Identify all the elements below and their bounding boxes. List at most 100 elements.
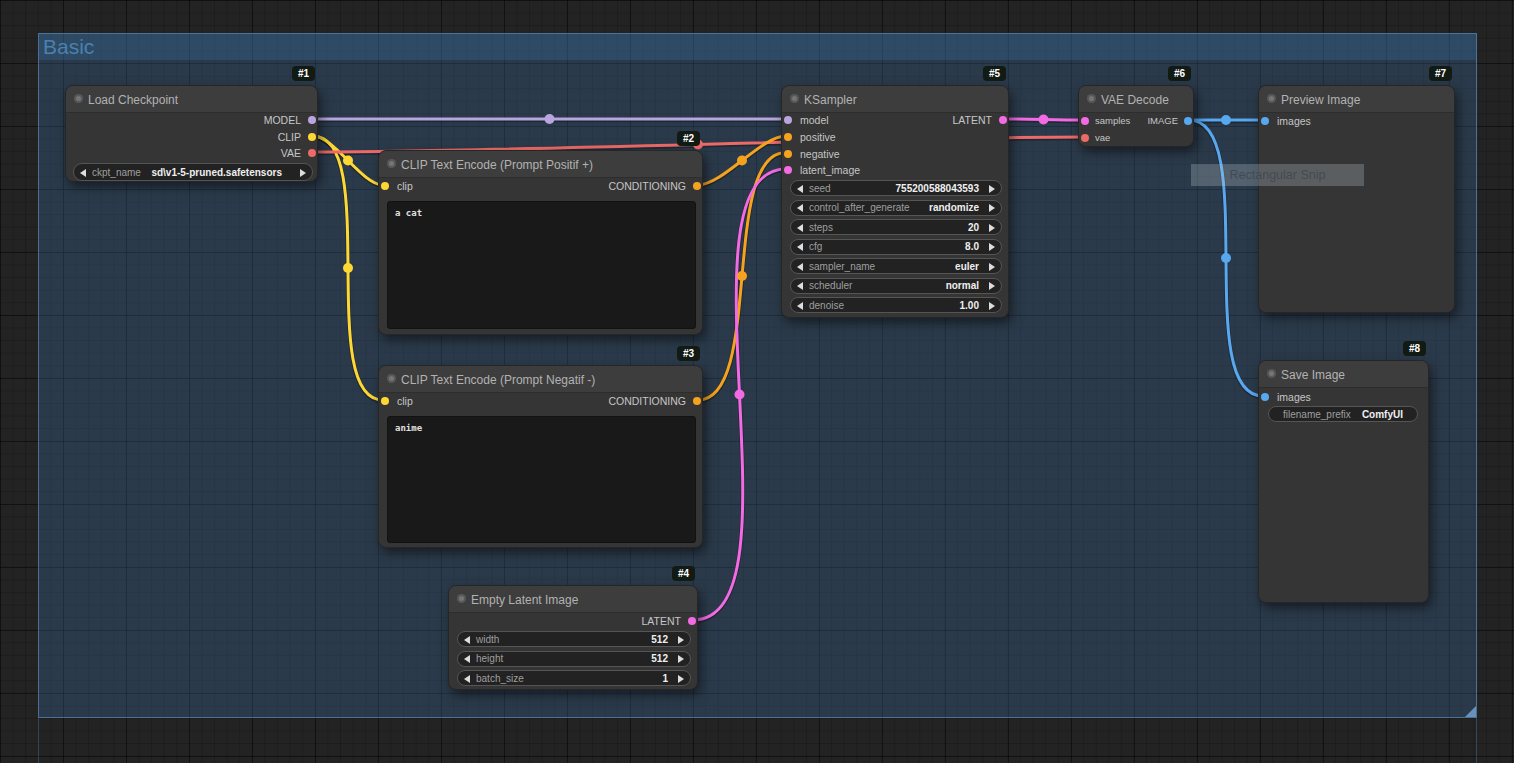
- increment-arrow-icon[interactable]: [989, 243, 995, 251]
- output-slot-latent[interactable]: LATENT: [953, 112, 1008, 128]
- slot-dot-model[interactable]: [784, 116, 792, 124]
- input-slot-positive[interactable]: positive: [782, 129, 836, 145]
- increment-arrow-icon[interactable]: [989, 224, 995, 232]
- node-title: Preview Image: [1281, 93, 1360, 107]
- decrement-arrow-icon[interactable]: [797, 302, 803, 310]
- widget-steps[interactable]: steps20: [790, 219, 1002, 235]
- increment-arrow-icon[interactable]: [989, 282, 995, 290]
- node-status-dot: [1267, 94, 1276, 103]
- node-graph-canvas[interactable]: Basic: [0, 0, 1514, 763]
- node-preview-image[interactable]: #7 Preview Image images: [1258, 85, 1455, 313]
- output-slot-clip[interactable]: CLIP: [278, 129, 317, 145]
- node-title-bar[interactable]: KSampler: [782, 86, 1008, 113]
- increment-arrow-icon[interactable]: [989, 185, 995, 193]
- increment-arrow-icon[interactable]: [678, 636, 684, 644]
- increment-arrow-icon[interactable]: [989, 204, 995, 212]
- node-load-checkpoint[interactable]: #1 Load Checkpoint MODEL CLIP VAE ckpt_n…: [65, 85, 318, 182]
- increment-arrow-icon[interactable]: [678, 655, 684, 663]
- input-slot-images[interactable]: images: [1259, 113, 1311, 129]
- widget-ckpt-name[interactable]: ckpt_name sd\v1-5-pruned.safetensors: [73, 163, 313, 181]
- wire-dot: [1039, 115, 1049, 125]
- node-title-bar[interactable]: CLIP Text Encode (Prompt Negatif -): [379, 366, 702, 393]
- decrement-arrow-icon[interactable]: [797, 263, 803, 271]
- decrement-arrow-icon[interactable]: [797, 185, 803, 193]
- node-title: Load Checkpoint: [88, 93, 178, 107]
- node-empty-latent-image[interactable]: #4 Empty Latent Image LATENT width512 he…: [448, 585, 698, 690]
- node-clip-text-encode-negative[interactable]: #3 CLIP Text Encode (Prompt Negatif -) c…: [378, 365, 703, 548]
- output-slot-conditioning[interactable]: CONDITIONING: [608, 178, 702, 194]
- slot-dot-clip[interactable]: [381, 397, 389, 405]
- output-slot-image[interactable]: IMAGE: [1147, 113, 1193, 129]
- slot-dot-image[interactable]: [1261, 393, 1269, 401]
- wire-dot: [1221, 253, 1231, 263]
- decrement-arrow-icon[interactable]: [797, 224, 803, 232]
- slot-dot-conditioning[interactable]: [784, 150, 792, 158]
- prompt-textarea[interactable]: a cat: [387, 201, 696, 329]
- decrement-arrow-icon[interactable]: [464, 636, 470, 644]
- widget-width[interactable]: width512: [457, 631, 691, 647]
- input-slot-images[interactable]: images: [1259, 389, 1311, 405]
- increment-arrow-icon[interactable]: [989, 302, 995, 310]
- widget-sampler-name[interactable]: sampler_nameeuler: [790, 258, 1002, 274]
- input-slot-latent-image[interactable]: latent_image: [782, 162, 860, 178]
- slot-dot-clip[interactable]: [308, 133, 316, 141]
- widget-denoise[interactable]: denoise1.00: [790, 297, 1002, 313]
- increment-arrow-icon[interactable]: [300, 169, 306, 177]
- input-slot-negative[interactable]: negative: [782, 146, 840, 162]
- output-slot-conditioning[interactable]: CONDITIONING: [608, 393, 702, 409]
- widget-height[interactable]: height512: [457, 651, 691, 667]
- slot-dot-conditioning[interactable]: [693, 182, 701, 190]
- node-status-dot: [790, 94, 799, 103]
- decrement-arrow-icon[interactable]: [797, 243, 803, 251]
- decrement-arrow-icon[interactable]: [797, 204, 803, 212]
- node-vae-decode[interactable]: #6 VAE Decode samples vae IMAGE: [1078, 85, 1194, 147]
- slot-dot-model[interactable]: [308, 116, 316, 124]
- output-slot-model[interactable]: MODEL: [264, 112, 317, 128]
- input-slot-clip[interactable]: clip: [379, 178, 413, 194]
- slot-dot-conditioning[interactable]: [693, 397, 701, 405]
- slot-dot-latent[interactable]: [688, 617, 696, 625]
- decrement-arrow-icon[interactable]: [80, 169, 86, 177]
- decrement-arrow-icon[interactable]: [797, 282, 803, 290]
- prompt-textarea[interactable]: anime: [387, 416, 696, 543]
- node-title-bar[interactable]: CLIP Text Encode (Prompt Positif +): [379, 151, 702, 178]
- widget-seed[interactable]: seed755200588043593: [790, 180, 1002, 196]
- node-title-bar[interactable]: Save Image: [1259, 361, 1428, 388]
- slot-dot-vae[interactable]: [1081, 134, 1089, 142]
- node-title-bar[interactable]: Load Checkpoint: [66, 86, 317, 113]
- slot-dot-image[interactable]: [1184, 117, 1192, 125]
- increment-arrow-icon[interactable]: [989, 263, 995, 271]
- node-title-bar[interactable]: Empty Latent Image: [449, 586, 697, 613]
- decrement-arrow-icon[interactable]: [464, 675, 470, 683]
- node-title: VAE Decode: [1101, 93, 1169, 107]
- widget-control-after-generate[interactable]: control_after_generaterandomize: [790, 200, 1002, 216]
- input-slot-samples[interactable]: samples: [1079, 113, 1130, 129]
- slot-dot-latent[interactable]: [1081, 117, 1089, 125]
- wire-dot: [737, 156, 747, 166]
- node-clip-text-encode-positive[interactable]: #2 CLIP Text Encode (Prompt Positif +) c…: [378, 150, 703, 335]
- decrement-arrow-icon[interactable]: [464, 655, 470, 663]
- widget-batch-size[interactable]: batch_size1: [457, 670, 691, 686]
- input-slot-clip[interactable]: clip: [379, 393, 413, 409]
- node-title-bar[interactable]: VAE Decode: [1079, 86, 1193, 113]
- node-title-bar[interactable]: Preview Image: [1259, 86, 1454, 113]
- widget-cfg[interactable]: cfg8.0: [790, 239, 1002, 255]
- output-slot-latent[interactable]: LATENT: [642, 613, 697, 629]
- node-ksampler[interactable]: #5 KSampler model positive negative late…: [781, 85, 1009, 318]
- input-slot-vae[interactable]: vae: [1079, 130, 1110, 146]
- input-slot-model[interactable]: model: [782, 112, 829, 128]
- slot-dot-vae[interactable]: [308, 149, 316, 157]
- slot-dot-conditioning[interactable]: [784, 133, 792, 141]
- node-id-badge: #8: [1403, 341, 1426, 356]
- increment-arrow-icon[interactable]: [678, 675, 684, 683]
- node-save-image[interactable]: #8 Save Image images filename_prefixComf…: [1258, 360, 1429, 603]
- slot-dot-image[interactable]: [1261, 117, 1269, 125]
- slot-dot-latent[interactable]: [784, 166, 792, 174]
- slot-dot-latent[interactable]: [999, 116, 1007, 124]
- slot-dot-clip[interactable]: [381, 182, 389, 190]
- output-slot-vae[interactable]: VAE: [281, 145, 317, 161]
- node-id-badge: #2: [677, 131, 700, 146]
- wire-dot: [1221, 115, 1231, 125]
- widget-scheduler[interactable]: schedulernormal: [790, 278, 1002, 294]
- widget-filename-prefix[interactable]: filename_prefixComfyUI: [1268, 406, 1418, 422]
